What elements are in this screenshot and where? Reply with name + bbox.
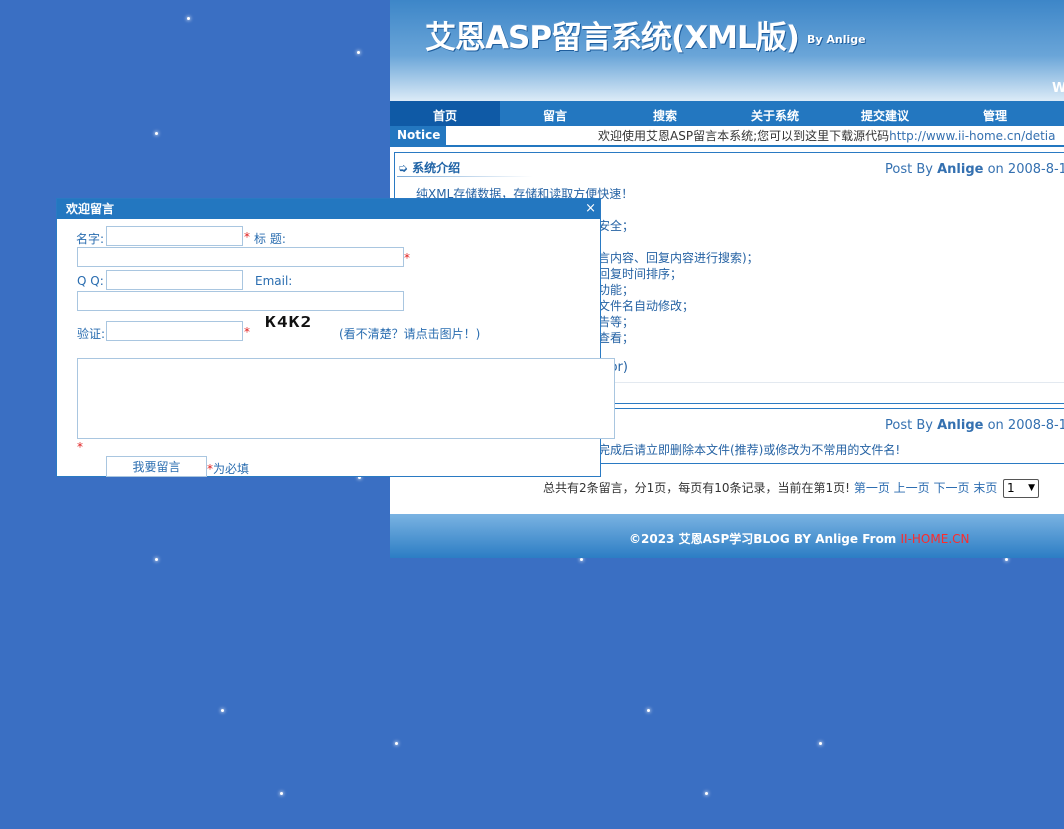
site-byline: By Anlige — [807, 33, 866, 46]
message-content-textarea[interactable] — [77, 358, 615, 439]
star-decoration — [580, 558, 583, 561]
name-input[interactable] — [106, 226, 243, 246]
entry-body-line: 回复时间排序； — [598, 267, 683, 281]
star-decoration — [819, 742, 822, 745]
star-decoration — [705, 792, 708, 795]
site-banner: 艾恩ASP留言系统(XML版) By Anlige W — [390, 0, 1064, 101]
notice-marquee: 欢迎使用艾恩ASP留言本系统;您可以到这里下载源代码http://www.ii-… — [598, 127, 1056, 145]
notice-bar: Notice 欢迎使用艾恩ASP留言本系统;您可以到这里下载源代码http://… — [390, 126, 1064, 147]
post-meta: Post By Anlige on 2008-8-16 — [885, 162, 1064, 177]
required-note-text: 为必填 — [213, 462, 250, 476]
post-date: on 2008-8-16 — [987, 162, 1064, 177]
required-note: *为必填 — [207, 460, 249, 477]
post-date: on 2008-8-16 — [987, 418, 1064, 433]
star-decoration — [395, 742, 398, 745]
verify-label: 验证: — [77, 327, 106, 341]
star-decoration — [155, 558, 158, 561]
qq-input[interactable] — [106, 270, 243, 290]
page-select-value: 1 — [1007, 481, 1015, 495]
entry-body-line: 功能； — [598, 283, 635, 297]
notice-text: 欢迎使用艾恩ASP留言本系统;您可以到这里下载源代码 — [598, 129, 890, 143]
post-author: Anlige — [937, 162, 984, 177]
dialog-header: 欢迎留言 × — [57, 199, 600, 219]
chevron-down-icon: ▼ — [1028, 483, 1035, 493]
entry-body-line: 文件名自动修改； — [598, 299, 695, 313]
next-page-link[interactable]: 下一页 — [934, 481, 970, 495]
email-input[interactable] — [77, 291, 404, 311]
qq-label: Q Q: — [77, 274, 104, 288]
required-mark: * — [404, 251, 410, 265]
last-page-link[interactable]: 末页 — [973, 481, 997, 495]
main-nav: 首页 留言 搜索 关于系统 提交建议 管理 — [390, 101, 1064, 126]
nav-home[interactable]: 首页 — [390, 101, 500, 126]
post-meta: Post By Anlige on 2008-8-16 — [885, 418, 1064, 433]
star-decoration — [1005, 558, 1008, 561]
email-label: Email: — [255, 274, 293, 288]
post-meta-prefix: Post By — [885, 162, 933, 177]
star-decoration — [357, 51, 360, 54]
entry-title-text: 系统介绍 — [412, 161, 461, 175]
star-decoration — [647, 709, 650, 712]
name-label: 名字: — [76, 232, 105, 246]
star-decoration — [221, 709, 224, 712]
prev-page-link[interactable]: 上一页 — [894, 481, 930, 495]
notice-label: Notice — [390, 126, 446, 145]
site-title: 艾恩ASP留言系统(XML版) — [425, 20, 800, 56]
entry-body-line: 言内容、回复内容进行搜索)； — [598, 251, 759, 265]
star-decoration — [155, 132, 158, 135]
star-decoration — [187, 17, 190, 20]
close-icon[interactable]: × — [585, 199, 596, 219]
entry-body-line: 完成后请立即删除本文件(推荐)或修改为不常用的文件名! — [598, 443, 901, 457]
page-select[interactable]: 1 ▼ — [1003, 479, 1039, 498]
footer-copyright: ©2023 艾恩ASP学习BLOG BY Anlige From II-HOME… — [629, 530, 969, 547]
entry-body-line: 查看； — [598, 331, 635, 345]
nav-search[interactable]: 搜索 — [610, 101, 720, 126]
post-author: Anlige — [937, 418, 984, 433]
nav-about[interactable]: 关于系统 — [720, 101, 830, 126]
title-underline — [397, 176, 533, 177]
submit-message-button[interactable]: 我要留言 — [106, 456, 207, 477]
pager-summary: 总共有2条留言，分1页，每页有10条记录，当前在第1页! — [543, 481, 850, 495]
nav-suggest[interactable]: 提交建议 — [830, 101, 940, 126]
captcha-refresh-hint[interactable]: (看不清楚？请点击图片！) — [339, 325, 480, 342]
notice-link[interactable]: http://www.ii-home.cn/detia — [889, 129, 1055, 143]
required-mark: * — [244, 230, 250, 244]
site-footer: ©2023 艾恩ASP学习BLOG BY Anlige From II-HOME… — [390, 514, 1064, 558]
entry-body-line: 安全； — [598, 219, 635, 233]
footer-text: ©2023 艾恩ASP学习BLOG BY Anlige From — [629, 532, 897, 546]
first-page-link[interactable]: 第一页 — [854, 481, 890, 495]
subject-label: 标 题: — [254, 232, 286, 246]
star-decoration — [280, 792, 283, 795]
pagination: 总共有2条留言，分1页，每页有10条记录，当前在第1页! 第一页 上一页 下一页… — [543, 479, 997, 496]
message-dialog: 欢迎留言 × 名字: * 标 题: * Q Q: Email: 验证: * K4… — [56, 198, 615, 477]
footer-link[interactable]: II-HOME.CN — [901, 532, 970, 546]
captcha-image[interactable]: K4K2 — [265, 314, 312, 332]
nav-admin[interactable]: 管理 — [940, 101, 1050, 126]
subject-input[interactable] — [77, 247, 404, 267]
verify-input[interactable] — [106, 321, 243, 341]
dialog-title: 欢迎留言 — [66, 202, 115, 216]
entry-title[interactable]: ➭ 系统介绍 — [398, 159, 460, 176]
post-meta-prefix: Post By — [885, 418, 933, 433]
banner-right-text: W — [1052, 81, 1064, 96]
required-mark: * — [77, 440, 83, 454]
entry-body-line: 告等； — [598, 315, 635, 329]
nav-post-message[interactable]: 留言 — [500, 101, 610, 126]
required-mark: * — [244, 325, 250, 339]
arrow-right-icon: ➭ — [398, 161, 409, 175]
